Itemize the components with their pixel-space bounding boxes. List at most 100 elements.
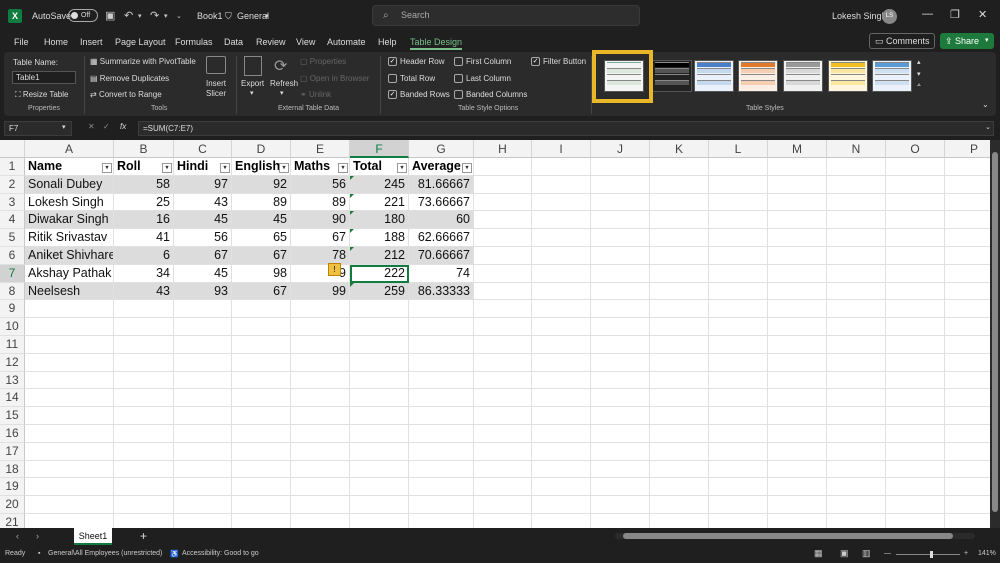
grid-cell[interactable] <box>886 282 945 301</box>
grid-cell[interactable] <box>886 300 945 319</box>
grid-cell[interactable] <box>591 229 650 247</box>
filter-dropdown-icon[interactable]: ▾ <box>102 163 112 173</box>
grid-cell[interactable] <box>945 407 990 425</box>
grid-cell[interactable] <box>650 371 709 390</box>
zoom-in-icon[interactable]: + <box>964 550 968 557</box>
grid-cell[interactable] <box>886 158 945 176</box>
table-cell[interactable]: 81.66667 <box>409 175 474 194</box>
grid-cell[interactable] <box>827 425 886 443</box>
grid-cell[interactable] <box>945 158 990 176</box>
grid-cell[interactable] <box>650 175 709 194</box>
undo-icon[interactable]: ↶ <box>124 9 133 22</box>
grid-cell[interactable] <box>532 247 591 265</box>
grid-cell[interactable] <box>827 282 886 301</box>
grid-cell[interactable] <box>232 371 291 390</box>
grid-cell[interactable] <box>886 211 945 230</box>
grid-cell[interactable] <box>591 158 650 176</box>
grid-cell[interactable] <box>409 425 474 443</box>
grid-cell[interactable] <box>886 229 945 247</box>
grid-cell[interactable] <box>709 264 768 283</box>
grid-cell[interactable] <box>532 229 591 247</box>
grid-cell[interactable] <box>768 407 827 425</box>
grid-cell[interactable] <box>474 264 532 283</box>
filter-dropdown-icon[interactable]: ▾ <box>220 163 230 173</box>
table-cell[interactable]: 43 <box>174 193 232 212</box>
tab-help[interactable]: Help <box>378 37 397 47</box>
table-cell[interactable]: 56 <box>291 175 350 194</box>
table-style-orange[interactable] <box>738 60 778 92</box>
grid-cell[interactable] <box>945 247 990 265</box>
grid-cell[interactable] <box>886 442 945 461</box>
grid-cell[interactable] <box>474 496 532 514</box>
grid-cell[interactable] <box>768 336 827 354</box>
grid-cell[interactable] <box>768 211 827 230</box>
grid-cell[interactable] <box>474 353 532 372</box>
grid-cell[interactable] <box>232 318 291 336</box>
grid-cell[interactable] <box>25 300 114 319</box>
book-name[interactable]: Book1 <box>197 11 223 21</box>
select-all-corner[interactable] <box>0 140 25 158</box>
grid-cell[interactable] <box>174 318 232 336</box>
grid-cell[interactable] <box>291 336 350 354</box>
grid-cell[interactable] <box>591 282 650 301</box>
next-sheet-icon[interactable]: › <box>36 531 39 541</box>
grid-cell[interactable] <box>945 425 990 443</box>
grid-cell[interactable] <box>114 407 174 425</box>
grid-cell[interactable] <box>886 371 945 390</box>
grid-cell[interactable] <box>827 229 886 247</box>
insert-slicer-icon[interactable] <box>206 56 226 74</box>
table-cell[interactable]: 65 <box>232 229 291 247</box>
row-header[interactable]: 5 <box>0 229 25 247</box>
table-cell[interactable]: 74 <box>409 264 474 283</box>
grid-cell[interactable] <box>350 496 409 514</box>
grid-cell[interactable] <box>25 336 114 354</box>
grid-cell[interactable] <box>768 425 827 443</box>
grid-cell[interactable] <box>350 514 409 528</box>
zoom-slider[interactable] <box>896 554 960 555</box>
sheet-tab-sheet1[interactable]: Sheet1 <box>74 528 112 545</box>
grid-cell[interactable] <box>650 353 709 372</box>
grid-cell[interactable] <box>409 318 474 336</box>
grid-cell[interactable] <box>532 318 591 336</box>
grid-cell[interactable] <box>532 514 591 528</box>
grid-cell[interactable] <box>650 389 709 408</box>
tab-table-design[interactable]: Table Design <box>410 37 463 50</box>
grid-cell[interactable] <box>291 389 350 408</box>
filter-dropdown-icon[interactable]: ▾ <box>162 163 172 173</box>
grid-cell[interactable] <box>114 300 174 319</box>
grid-cell[interactable] <box>945 300 990 319</box>
grid-cell[interactable] <box>945 514 990 528</box>
table-cell[interactable]: 45 <box>174 264 232 283</box>
grid-cell[interactable] <box>474 193 532 212</box>
grid-cell[interactable] <box>409 496 474 514</box>
user-name[interactable]: Lokesh Singh <box>832 11 887 21</box>
row-header[interactable]: 18 <box>0 460 25 479</box>
grid-cell[interactable] <box>174 300 232 319</box>
row-header[interactable]: 17 <box>0 442 25 461</box>
row-header[interactable]: 11 <box>0 336 25 354</box>
grid-cell[interactable] <box>474 318 532 336</box>
grid-cell[interactable] <box>709 211 768 230</box>
grid-cell[interactable] <box>709 425 768 443</box>
style-scroll-down-icon[interactable]: ▾ <box>917 70 921 78</box>
grid-cell[interactable] <box>25 389 114 408</box>
grid-cell[interactable] <box>709 407 768 425</box>
column-header-c[interactable]: C <box>174 140 232 158</box>
vertical-scrollbar[interactable] <box>990 140 1000 528</box>
expand-formula-icon[interactable]: ⌄ <box>985 123 991 131</box>
grid-cell[interactable] <box>650 193 709 212</box>
grid-cell[interactable] <box>591 496 650 514</box>
prev-sheet-icon[interactable]: ‹ <box>16 531 19 541</box>
tab-data[interactable]: Data <box>224 37 243 47</box>
column-header-i[interactable]: I <box>532 140 591 158</box>
customize-toolbar-icon[interactable]: ⌄ <box>176 12 182 20</box>
row-header[interactable]: 15 <box>0 407 25 425</box>
table-cell[interactable]: Ritik Srivastav <box>25 229 114 247</box>
grid-cell[interactable] <box>768 300 827 319</box>
grid-cell[interactable] <box>409 478 474 497</box>
search-box[interactable]: ⌕ Search <box>372 5 640 26</box>
grid-cell[interactable] <box>827 158 886 176</box>
grid-cell[interactable] <box>768 175 827 194</box>
tab-automate[interactable]: Automate <box>327 37 366 47</box>
last-column-checkbox[interactable] <box>454 74 463 83</box>
